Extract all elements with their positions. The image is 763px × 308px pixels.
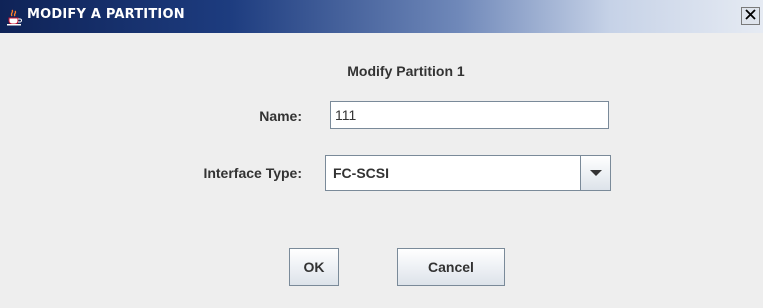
window-title: MODIFY A PARTITION (27, 7, 185, 22)
close-button[interactable] (741, 7, 760, 25)
close-icon (745, 7, 756, 25)
dialog-heading: Modify Partition 1 (347, 63, 465, 79)
ok-button[interactable]: OK (289, 248, 339, 286)
cancel-button[interactable]: Cancel (397, 248, 505, 286)
interface-type-value: FC-SCSI (333, 165, 389, 181)
chevron-down-icon (589, 164, 602, 182)
interface-type-select[interactable]: FC-SCSI (325, 155, 611, 191)
interface-type-label: Interface Type: (203, 165, 302, 181)
title-bar[interactable]: MODIFY A PARTITION (0, 0, 763, 33)
modify-partition-dialog: MODIFY A PARTITION Modify Partition 1 Na… (0, 0, 763, 308)
name-label: Name: (259, 108, 302, 124)
java-cup-icon (5, 8, 23, 26)
dropdown-button[interactable] (580, 156, 610, 190)
name-input[interactable] (330, 101, 609, 129)
